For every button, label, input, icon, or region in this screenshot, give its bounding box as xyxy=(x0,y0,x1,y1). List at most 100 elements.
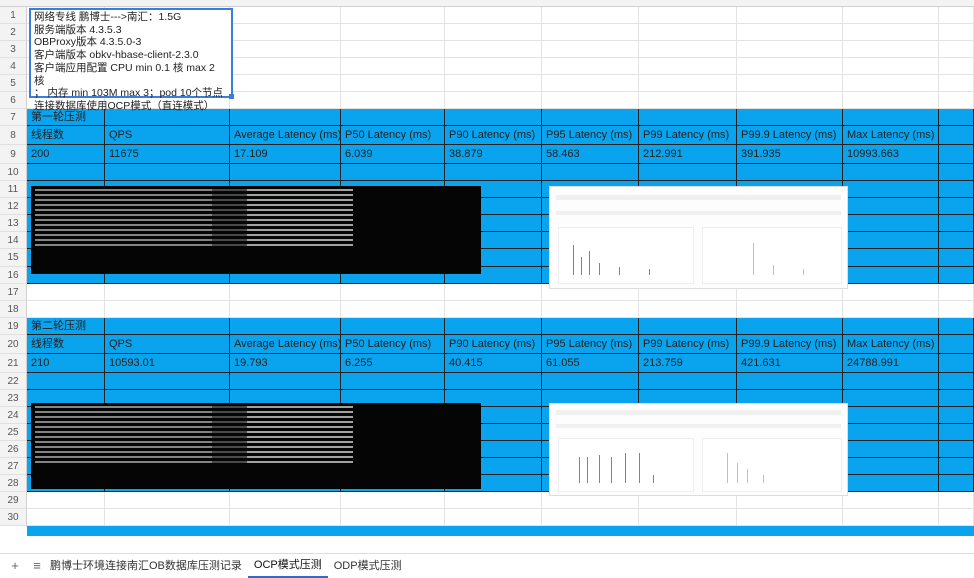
cell[interactable] xyxy=(542,373,639,390)
cell[interactable] xyxy=(939,318,974,335)
cell[interactable] xyxy=(230,373,341,390)
row-number[interactable]: 24 xyxy=(0,407,27,424)
cell[interactable] xyxy=(843,407,939,424)
cell[interactable] xyxy=(445,509,542,526)
resize-handle[interactable] xyxy=(229,94,234,99)
cell[interactable] xyxy=(230,41,341,58)
add-sheet-icon[interactable]: + xyxy=(8,558,22,573)
value-cell[interactable]: 213.759 xyxy=(639,354,737,373)
header-cell[interactable]: Max Latency (ms) xyxy=(843,126,939,145)
cell[interactable] xyxy=(639,164,737,181)
cell[interactable] xyxy=(230,492,341,509)
cell[interactable] xyxy=(341,318,445,335)
cell[interactable] xyxy=(843,475,939,492)
cell[interactable] xyxy=(843,284,939,301)
cell[interactable] xyxy=(939,267,974,284)
cell[interactable] xyxy=(639,41,737,58)
cell[interactable] xyxy=(843,301,939,318)
cell[interactable] xyxy=(843,24,939,41)
value-cell[interactable]: 24788.991 xyxy=(843,354,939,373)
cell[interactable] xyxy=(843,267,939,284)
cell[interactable] xyxy=(737,373,843,390)
cell[interactable] xyxy=(341,301,445,318)
cell[interactable] xyxy=(939,249,974,267)
cell[interactable] xyxy=(939,475,974,492)
cell[interactable] xyxy=(542,58,639,75)
cell[interactable] xyxy=(230,7,341,24)
cell[interactable] xyxy=(445,164,542,181)
cell[interactable] xyxy=(341,164,445,181)
cell[interactable] xyxy=(542,24,639,41)
cell[interactable] xyxy=(445,92,542,109)
row-number[interactable]: 11 xyxy=(0,181,27,198)
spreadsheet-grid[interactable]: 1 2 3 4 5 6 7 第一轮压测 8 线程数 QPS Average Latency (ms) P… xyxy=(0,0,974,553)
cell[interactable] xyxy=(939,390,974,407)
cell[interactable] xyxy=(542,164,639,181)
tab-sheet-3[interactable]: ODP模式压测 xyxy=(328,555,408,577)
row-number[interactable]: 2 xyxy=(0,24,27,41)
cell[interactable] xyxy=(939,215,974,232)
header-cell[interactable]: Average Latency (ms) xyxy=(230,335,341,354)
sheet-list-icon[interactable]: ≡ xyxy=(30,558,44,573)
cell[interactable] xyxy=(639,301,737,318)
cell[interactable] xyxy=(639,373,737,390)
row-number[interactable]: 7 xyxy=(0,109,27,126)
value-cell[interactable]: 10593.01 xyxy=(105,354,230,373)
cell[interactable] xyxy=(230,92,341,109)
value-cell[interactable]: 210 xyxy=(27,354,105,373)
cell[interactable] xyxy=(445,318,542,335)
cell[interactable] xyxy=(843,232,939,249)
header-cell[interactable]: QPS xyxy=(105,335,230,354)
monitor-screenshot-round2[interactable] xyxy=(549,403,848,496)
row-number[interactable]: 29 xyxy=(0,492,27,509)
value-cell[interactable]: 19.793 xyxy=(230,354,341,373)
cell[interactable] xyxy=(843,441,939,458)
cell[interactable] xyxy=(843,509,939,526)
cell[interactable] xyxy=(843,7,939,24)
info-textbox[interactable]: 网络专线 鹏博士--->南汇：1.5G 服务端版本 4.3.5.3 OBProx… xyxy=(29,8,234,112)
row-number[interactable]: 22 xyxy=(0,373,27,390)
cell[interactable] xyxy=(939,373,974,390)
row-number[interactable]: 21 xyxy=(0,354,27,373)
cell[interactable] xyxy=(939,164,974,181)
row-number[interactable]: 8 xyxy=(0,126,27,145)
header-cell[interactable]: P99 Latency (ms) xyxy=(639,335,737,354)
cell[interactable] xyxy=(230,164,341,181)
value-cell[interactable]: 10993.663 xyxy=(843,145,939,164)
row-number[interactable]: 15 xyxy=(0,249,27,267)
cell[interactable] xyxy=(737,164,843,181)
tab-sheet-1[interactable]: 鹏博士环境连接南汇OB数据库压测记录 xyxy=(44,555,248,577)
cell[interactable] xyxy=(341,41,445,58)
value-cell[interactable]: 58.463 xyxy=(542,145,639,164)
terminal-screenshot-round1[interactable] xyxy=(31,186,481,274)
cell[interactable] xyxy=(105,492,230,509)
cell[interactable] xyxy=(542,318,639,335)
cell[interactable] xyxy=(445,284,542,301)
cell[interactable] xyxy=(639,75,737,92)
cell[interactable] xyxy=(542,301,639,318)
cell[interactable] xyxy=(939,301,974,318)
cell[interactable] xyxy=(230,301,341,318)
cell[interactable] xyxy=(105,318,230,335)
cell[interactable] xyxy=(341,373,445,390)
header-cell[interactable]: P99 Latency (ms) xyxy=(639,126,737,145)
cell[interactable] xyxy=(843,390,939,407)
header-cell[interactable]: P95 Latency (ms) xyxy=(542,126,639,145)
value-cell[interactable]: 212.991 xyxy=(639,145,737,164)
cell[interactable] xyxy=(737,92,843,109)
cell[interactable] xyxy=(939,181,974,198)
row-number[interactable]: 26 xyxy=(0,441,27,458)
row-number[interactable]: 4 xyxy=(0,58,27,75)
cell[interactable] xyxy=(737,301,843,318)
cell[interactable] xyxy=(639,92,737,109)
cell[interactable] xyxy=(105,164,230,181)
cell[interactable] xyxy=(105,509,230,526)
cell[interactable] xyxy=(105,373,230,390)
cell[interactable] xyxy=(27,284,105,301)
cell[interactable] xyxy=(939,424,974,441)
value-cell[interactable]: 200 xyxy=(27,145,105,164)
cell[interactable] xyxy=(737,24,843,41)
cell[interactable] xyxy=(230,24,341,41)
value-cell[interactable]: 391.935 xyxy=(737,145,843,164)
row-number[interactable]: 13 xyxy=(0,215,27,232)
